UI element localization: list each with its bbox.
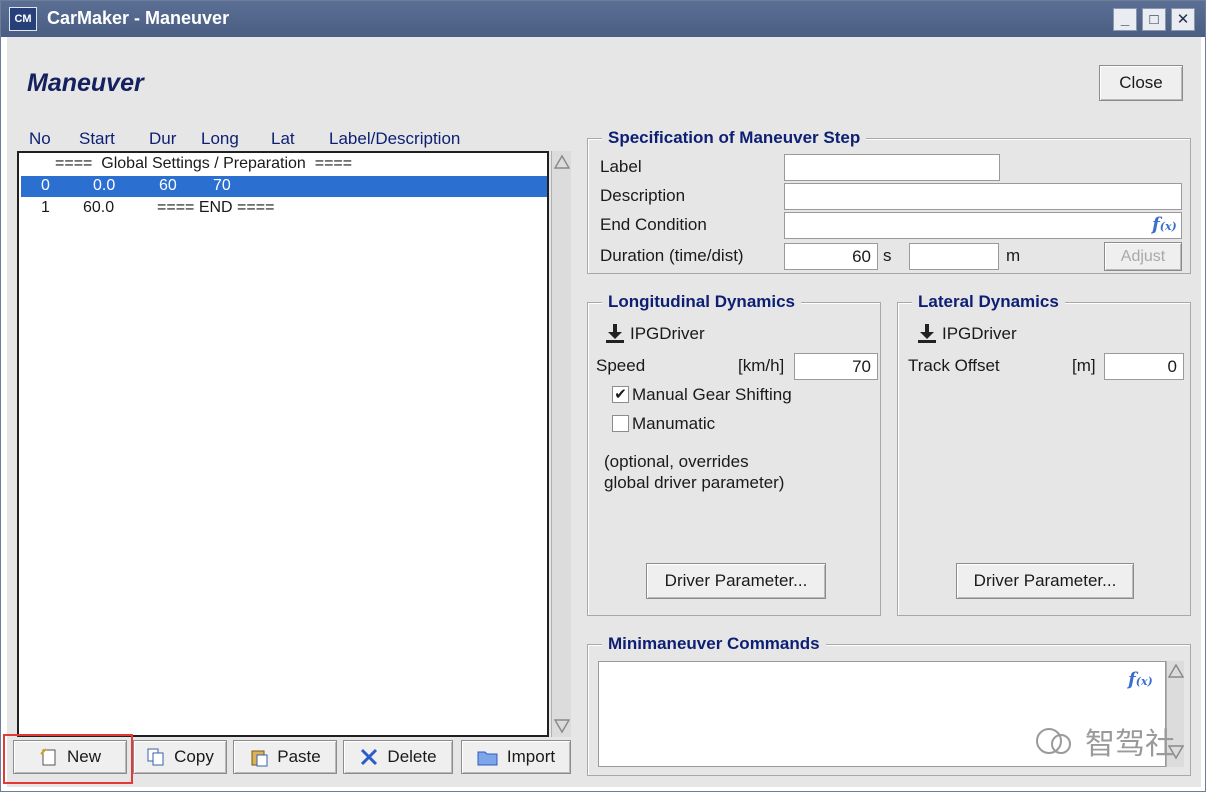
- delete-button-label: Delete: [387, 747, 437, 766]
- row-no: 1: [41, 199, 50, 216]
- minimize-button[interactable]: _: [1113, 8, 1137, 31]
- carmaker-app-icon: CM: [9, 7, 37, 31]
- lateral-driver-parameter-button[interactable]: Driver Parameter...: [956, 563, 1134, 599]
- manumatic-label: Manumatic: [632, 414, 716, 433]
- watermark-logo-icon: [1036, 728, 1071, 754]
- manual-gear-checkbox[interactable]: ✔: [612, 386, 629, 403]
- maneuver-step-spec-title: Specification of Maneuver Step: [602, 128, 867, 148]
- window-title: CarMaker - Maneuver: [47, 8, 230, 28]
- lateral-driver-label: IPGDriver: [942, 324, 1017, 343]
- row-long: 70: [213, 177, 231, 194]
- speed-unit: [km/h]: [738, 356, 785, 375]
- maneuver-step-spec-group: Specification of Maneuver Step Label Des…: [587, 128, 1191, 274]
- watermark-text: 智驾社: [1085, 727, 1175, 762]
- column-header-no: No: [29, 129, 51, 148]
- close-button[interactable]: Close: [1099, 65, 1183, 101]
- formula-icon[interactable]: f(x): [1152, 214, 1177, 235]
- maneuver-panel: Maneuver Close No Start Dur Long Lat Lab…: [7, 37, 1201, 787]
- new-button-highlight: [3, 734, 133, 784]
- longitudinal-driver-parameter-button[interactable]: Driver Parameter...: [646, 563, 826, 599]
- row-dur: 60: [159, 177, 177, 194]
- end-condition-label: End Condition: [600, 215, 707, 234]
- column-header-start: Start: [79, 129, 115, 148]
- list-scrollbar[interactable]: [551, 151, 571, 737]
- paste-button-label: Paste: [277, 747, 321, 766]
- duration-time-field[interactable]: 60: [784, 243, 878, 270]
- list-item[interactable]: ==== Global Settings / Preparation ====: [21, 154, 547, 175]
- delete-icon: [361, 748, 378, 766]
- close-window-button[interactable]: ✕: [1171, 8, 1195, 31]
- paste-icon: [251, 750, 268, 767]
- import-button-label: Import: [506, 747, 556, 766]
- description-field[interactable]: [784, 183, 1182, 210]
- longitudinal-driver-label: IPGDriver: [630, 324, 705, 343]
- manual-gear-label: Manual Gear Shifting: [632, 385, 792, 404]
- row-text: ==== Global Settings / Preparation ====: [55, 155, 353, 172]
- folder-icon: [477, 751, 498, 766]
- copy-icon: [147, 748, 164, 766]
- download-icon[interactable]: [604, 322, 626, 344]
- speed-field[interactable]: 70: [794, 353, 878, 380]
- scroll-up-icon[interactable]: [553, 153, 571, 171]
- paste-button[interactable]: Paste: [233, 740, 337, 774]
- optional-note-line2: global driver parameter): [604, 473, 785, 492]
- row-start: 60.0: [83, 199, 115, 216]
- copy-button[interactable]: Copy: [133, 740, 227, 774]
- adjust-button[interactable]: Adjust: [1104, 242, 1182, 271]
- track-offset-field[interactable]: 0: [1104, 353, 1184, 380]
- lateral-dynamics-title: Lateral Dynamics: [912, 292, 1065, 312]
- speed-label: Speed: [596, 356, 646, 375]
- distance-unit: m: [1006, 246, 1021, 265]
- row-text: ==== END ====: [157, 199, 275, 216]
- optional-note-line1: (optional, overrides: [604, 452, 749, 471]
- maneuver-list[interactable]: ==== Global Settings / Preparation ==== …: [17, 151, 549, 737]
- row-start: 0.0: [93, 177, 116, 194]
- formula-icon[interactable]: f(x): [1128, 669, 1153, 690]
- duration-distance-field[interactable]: [909, 243, 999, 270]
- scroll-down-icon[interactable]: [553, 717, 571, 735]
- end-condition-field[interactable]: [784, 212, 1182, 239]
- description-field-label: Description: [600, 186, 686, 205]
- delete-button[interactable]: Delete: [343, 740, 453, 774]
- formula-x: (x): [1135, 675, 1153, 688]
- copy-button-label: Copy: [174, 747, 214, 766]
- formula-f: f: [1152, 214, 1160, 235]
- manumatic-checkbox[interactable]: [612, 415, 629, 432]
- row-no: 0: [41, 177, 50, 194]
- maximize-button[interactable]: □: [1142, 8, 1166, 31]
- page-title: Maneuver: [27, 69, 144, 97]
- label-field-label: Label: [600, 157, 642, 176]
- duration-label: Duration (time/dist): [600, 246, 744, 265]
- list-item-selected[interactable]: 0 0.0 60 70: [21, 176, 547, 197]
- time-unit: s: [883, 246, 892, 265]
- column-header-long: Long: [201, 129, 239, 148]
- watermark: 智驾社: [1033, 719, 1175, 763]
- track-offset-label: Track Offset: [908, 356, 1000, 375]
- import-button[interactable]: Import: [461, 740, 571, 774]
- track-offset-unit: [m]: [1072, 356, 1096, 375]
- title-bar: CM CarMaker - Maneuver _ □ ✕: [1, 1, 1205, 37]
- carmaker-maneuver-window: CM CarMaker - Maneuver _ □ ✕ Maneuver Cl…: [0, 0, 1206, 792]
- minimaneuver-commands-title: Minimaneuver Commands: [602, 634, 826, 654]
- column-header-dur: Dur: [149, 129, 177, 148]
- formula-f: f: [1128, 669, 1136, 690]
- longitudinal-dynamics-group: Longitudinal Dynamics IPGDriver Speed [k…: [587, 292, 881, 616]
- download-icon[interactable]: [916, 322, 938, 344]
- lateral-dynamics-group: Lateral Dynamics IPGDriver Track Offset …: [897, 292, 1191, 616]
- longitudinal-dynamics-title: Longitudinal Dynamics: [602, 292, 802, 312]
- formula-x: (x): [1159, 220, 1177, 233]
- scroll-up-icon[interactable]: [1167, 663, 1185, 684]
- column-header-lat: Lat: [271, 129, 295, 148]
- column-header-label-description: Label/Description: [329, 129, 461, 148]
- label-field[interactable]: [784, 154, 1000, 181]
- list-item[interactable]: 1 60.0 ==== END ====: [21, 198, 547, 219]
